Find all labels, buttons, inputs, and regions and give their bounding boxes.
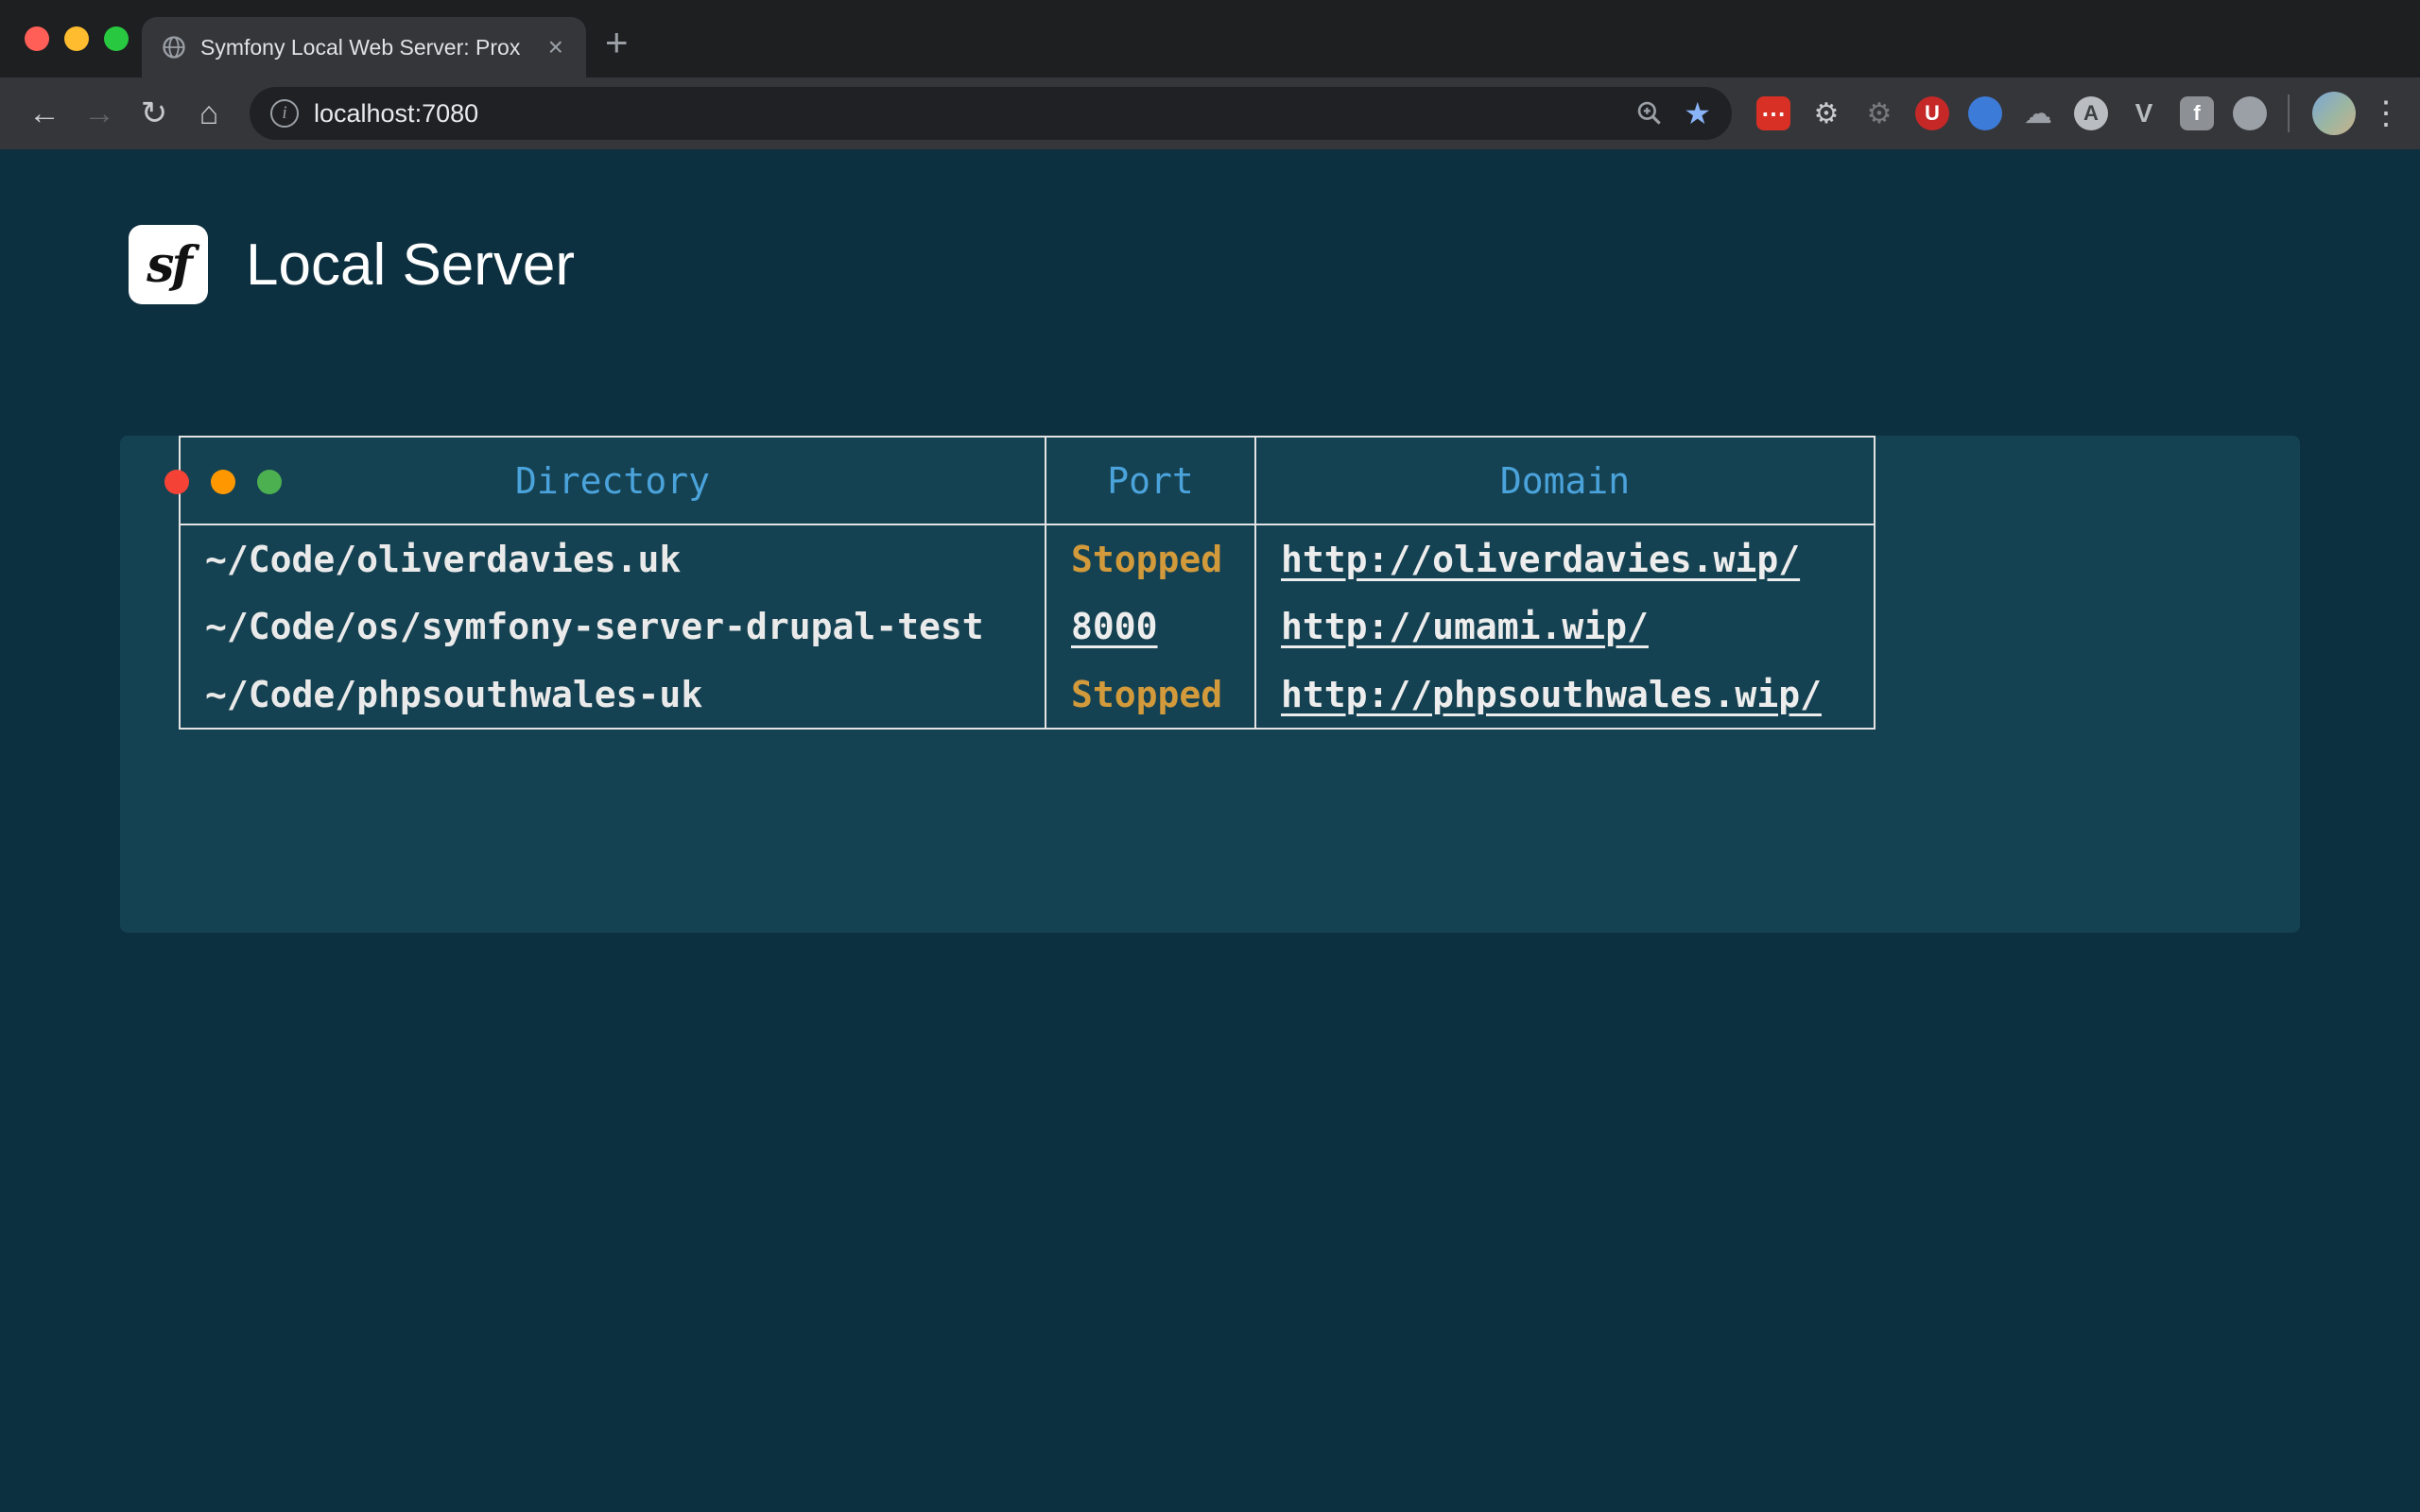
back-button[interactable]: ← <box>17 95 72 132</box>
tab-favicon-globe-icon <box>161 34 187 60</box>
tab-close-icon[interactable]: × <box>544 34 567 60</box>
domain-link[interactable]: http://oliverdavies.wip/ <box>1281 539 1800 580</box>
extension-icon-cloud[interactable]: ☁ <box>2021 96 2055 130</box>
extension-icon-gear-light[interactable]: ⚙ <box>1809 96 1843 130</box>
page-header: sf Local Server <box>0 149 2420 304</box>
window-close-button[interactable] <box>25 26 49 51</box>
reload-button[interactable]: ↻ <box>127 94 182 132</box>
tab-title: Symfony Local Web Server: Prox <box>200 35 531 60</box>
extension-icon-ublock[interactable]: U <box>1915 96 1949 130</box>
domain-cell: http://oliverdavies.wip/ <box>1255 524 1875 593</box>
domain-cell: http://umami.wip/ <box>1255 593 1875 661</box>
extension-icon-letter-v[interactable]: V <box>2127 96 2161 130</box>
port-status: Stopped <box>1071 539 1222 580</box>
extension-icon-letter-a[interactable]: A <box>2074 96 2108 130</box>
window-controls <box>25 26 129 51</box>
table-row: ~/Code/phpsouthwales-uk Stopped http://p… <box>180 661 1875 729</box>
tab-bar: Symfony Local Web Server: Prox × + <box>0 0 2420 77</box>
table-row: ~/Code/os/symfony-server-drupal-test 800… <box>180 593 1875 661</box>
server-panel: Directory Port Domain ~/Code/oliverdavie… <box>120 436 2300 933</box>
browser-menu-icon[interactable]: ⋮ <box>2369 94 2403 132</box>
browser-tab[interactable]: Symfony Local Web Server: Prox × <box>142 17 586 77</box>
domain-link[interactable]: http://phpsouthwales.wip/ <box>1281 674 1822 715</box>
window-minimize-button[interactable] <box>64 26 89 51</box>
port-cell: 8000 <box>1046 593 1255 661</box>
url-text[interactable]: localhost:7080 <box>314 99 1634 129</box>
browser-toolbar: ← → ↻ ⌂ i localhost:7080 ★ ⋯ ⚙ ⚙ U ☁ A V… <box>0 77 2420 149</box>
port-cell: Stopped <box>1046 524 1255 593</box>
extension-icon-red-dots[interactable]: ⋯ <box>1756 96 1790 130</box>
address-bar[interactable]: i localhost:7080 ★ <box>250 87 1732 140</box>
new-tab-button[interactable]: + <box>605 23 629 62</box>
port-link[interactable]: 8000 <box>1071 606 1158 647</box>
extension-icon-letter-f[interactable]: f <box>2180 96 2214 130</box>
profile-avatar[interactable] <box>2312 92 2356 135</box>
panel-dot-red-icon <box>164 470 189 494</box>
directory-cell: ~/Code/os/symfony-server-drupal-test <box>180 593 1046 661</box>
domain-link[interactable]: http://umami.wip/ <box>1281 606 1649 647</box>
directory-cell: ~/Code/phpsouthwales-uk <box>180 661 1046 729</box>
toolbar-separator <box>2288 94 2290 132</box>
panel-dot-green-icon <box>257 470 282 494</box>
panel-window-dots <box>164 470 282 494</box>
page-content: sf Local Server Directory Port Domain ~/… <box>0 149 2420 1512</box>
bookmark-star-icon[interactable]: ★ <box>1684 98 1711 129</box>
extension-icon-blue-circle[interactable] <box>1968 96 2002 130</box>
page-title: Local Server <box>246 232 575 299</box>
column-header-domain: Domain <box>1255 437 1875 524</box>
directory-cell: ~/Code/oliverdavies.uk <box>180 524 1046 593</box>
column-header-port: Port <box>1046 437 1255 524</box>
home-button[interactable]: ⌂ <box>182 95 236 132</box>
port-cell: Stopped <box>1046 661 1255 729</box>
table-row: ~/Code/oliverdavies.uk Stopped http://ol… <box>180 524 1875 593</box>
column-header-directory: Directory <box>180 437 1046 524</box>
symfony-logo: sf <box>129 225 208 304</box>
extension-icon-octocat[interactable] <box>2233 96 2267 130</box>
extensions-area: ⋯ ⚙ ⚙ U ☁ A V f <box>1756 96 2267 130</box>
port-status: Stopped <box>1071 674 1222 715</box>
domain-cell: http://phpsouthwales.wip/ <box>1255 661 1875 729</box>
panel-dot-orange-icon <box>211 470 235 494</box>
window-zoom-button[interactable] <box>104 26 129 51</box>
servers-table: Directory Port Domain ~/Code/oliverdavie… <box>179 436 1876 730</box>
forward-button[interactable]: → <box>72 95 127 132</box>
zoom-icon[interactable] <box>1634 98 1665 129</box>
extension-icon-gear-dark[interactable]: ⚙ <box>1862 96 1896 130</box>
page-info-icon[interactable]: i <box>270 99 299 128</box>
table-header-row: Directory Port Domain <box>180 437 1875 524</box>
